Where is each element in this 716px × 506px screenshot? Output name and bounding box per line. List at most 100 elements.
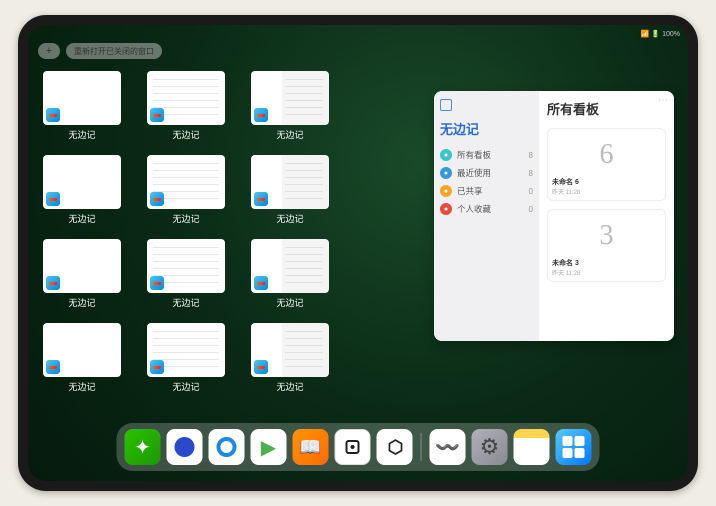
freeform-panel[interactable]: 无边记 ●所有看板8●最近使用8●已共享0●个人收藏0 ⋯ 所有看板 6未命名 … bbox=[434, 91, 674, 341]
board-thumbnail: 3 bbox=[552, 214, 661, 258]
freeform-app-icon bbox=[254, 192, 268, 206]
sidebar-item-icon: ● bbox=[440, 203, 452, 215]
quark-icon[interactable] bbox=[167, 429, 203, 465]
sidebar-item[interactable]: ● 最近使用 8 bbox=[440, 164, 533, 182]
app-window[interactable]: 无边记 bbox=[146, 71, 226, 149]
freeform-dock-icon[interactable]: 〰️ bbox=[430, 429, 466, 465]
window-label: 无边记 bbox=[68, 212, 95, 225]
window-label: 无边记 bbox=[68, 380, 95, 393]
sidebar-item[interactable]: ● 所有看板 8 bbox=[440, 146, 533, 164]
sidebar-item-icon: ● bbox=[440, 185, 452, 197]
app-window[interactable]: 无边记 bbox=[146, 239, 226, 317]
sidebar-item-icon: ● bbox=[440, 167, 452, 179]
window-label: 无边记 bbox=[172, 380, 199, 393]
window-label: 无边记 bbox=[172, 212, 199, 225]
reopen-closed-window-button[interactable]: 重新打开已关闭的窗口 bbox=[66, 43, 162, 59]
freeform-app-icon bbox=[150, 192, 164, 206]
board-label: 未命名 3 bbox=[552, 258, 661, 268]
app-window[interactable]: 无边记 bbox=[250, 71, 330, 149]
window-thumbnail bbox=[251, 155, 329, 209]
sidebar-item[interactable]: ● 个人收藏 0 bbox=[440, 200, 533, 218]
window-label: 无边记 bbox=[276, 380, 303, 393]
app-window[interactable]: 无边记 bbox=[250, 155, 330, 233]
content-area: 无边记无边记无边记无边记无边记无边记无边记无边记无边记无边记无边记无边记 无边记… bbox=[42, 71, 674, 419]
dock: ✦ ▶ 📖 ⬡ 〰️ ⚙ bbox=[117, 423, 600, 471]
freeform-app-icon bbox=[150, 108, 164, 122]
status-bar: 📶 🔋 100% bbox=[36, 28, 680, 40]
dock-separator bbox=[421, 433, 422, 461]
sidebar-item-icon: ● bbox=[440, 149, 452, 161]
ipad-screen: 📶 🔋 100% + 重新打开已关闭的窗口 无边记无边记无边记无边记无边记无边记… bbox=[28, 25, 688, 481]
panel-boards: ⋯ 所有看板 6未命名 6昨天 11:283未命名 3昨天 11:28 bbox=[539, 91, 674, 341]
board-card[interactable]: 6未命名 6昨天 11:28 bbox=[547, 128, 666, 201]
window-label: 无边记 bbox=[68, 296, 95, 309]
top-bar: + 重新打开已关闭的窗口 bbox=[38, 43, 162, 59]
board-sublabel: 昨天 11:28 bbox=[552, 187, 661, 196]
sidebar-item-count: 8 bbox=[529, 151, 533, 160]
app-window[interactable]: 无边记 bbox=[250, 239, 330, 317]
app-window[interactable]: 无边记 bbox=[146, 155, 226, 233]
window-thumbnail bbox=[251, 71, 329, 125]
board-label: 未命名 6 bbox=[552, 177, 661, 187]
window-thumbnail bbox=[43, 155, 121, 209]
window-thumbnail bbox=[43, 71, 121, 125]
board-thumbnail: 6 bbox=[552, 133, 661, 177]
status-right: 📶 🔋 100% bbox=[641, 30, 680, 38]
window-label: 无边记 bbox=[276, 128, 303, 141]
dice-icon[interactable] bbox=[335, 429, 371, 465]
app-library-icon[interactable] bbox=[556, 429, 592, 465]
window-label: 无边记 bbox=[276, 212, 303, 225]
play-icon[interactable]: ▶ bbox=[251, 429, 287, 465]
app-window[interactable]: 无边记 bbox=[42, 323, 122, 401]
sidebar-item[interactable]: ● 已共享 0 bbox=[440, 182, 533, 200]
app-window[interactable]: 无边记 bbox=[42, 155, 122, 233]
window-label: 无边记 bbox=[68, 128, 95, 141]
freeform-app-icon bbox=[254, 108, 268, 122]
panel-right-title: 所有看板 bbox=[547, 99, 666, 118]
ipad-device-frame: 📶 🔋 100% + 重新打开已关闭的窗口 无边记无边记无边记无边记无边记无边记… bbox=[18, 15, 698, 491]
dots-icon[interactable]: ⬡ bbox=[377, 429, 413, 465]
sidebar-item-label: 最近使用 bbox=[457, 167, 491, 179]
more-icon[interactable]: ⋯ bbox=[658, 95, 668, 106]
freeform-app-icon bbox=[150, 360, 164, 374]
window-thumbnail bbox=[147, 155, 225, 209]
board-card[interactable]: 3未命名 3昨天 11:28 bbox=[547, 209, 666, 282]
window-thumbnail bbox=[251, 239, 329, 293]
freeform-app-icon bbox=[150, 276, 164, 290]
settings-icon[interactable]: ⚙ bbox=[472, 429, 508, 465]
panel-sidebar: 无边记 ● 所有看板 8 ● 最近使用 8 ● 已共享 0 ● 个人收藏 0 bbox=[434, 91, 539, 341]
window-thumbnail bbox=[43, 239, 121, 293]
window-label: 无边记 bbox=[276, 296, 303, 309]
freeform-app-icon bbox=[46, 192, 60, 206]
app-window[interactable]: 无边记 bbox=[146, 323, 226, 401]
books-icon[interactable]: 📖 bbox=[293, 429, 329, 465]
new-window-button[interactable]: + bbox=[38, 43, 60, 59]
notes-icon[interactable] bbox=[514, 429, 550, 465]
window-thumbnail bbox=[147, 323, 225, 377]
app-window[interactable]: 无边记 bbox=[42, 71, 122, 149]
freeform-app-icon bbox=[46, 360, 60, 374]
panel-left-title: 无边记 bbox=[440, 119, 533, 138]
sidebar-item-count: 0 bbox=[529, 205, 533, 214]
window-label: 无边记 bbox=[172, 128, 199, 141]
freeform-app-icon bbox=[46, 276, 60, 290]
window-thumbnail bbox=[251, 323, 329, 377]
app-window[interactable]: 无边记 bbox=[42, 239, 122, 317]
sidebar-item-label: 所有看板 bbox=[457, 149, 491, 161]
app-window[interactable]: 无边记 bbox=[250, 323, 330, 401]
sidebar-item-label: 已共享 bbox=[457, 185, 483, 197]
sidebar-item-count: 0 bbox=[529, 187, 533, 196]
sidebar-item-label: 个人收藏 bbox=[457, 203, 491, 215]
app-windows-grid: 无边记无边记无边记无边记无边记无边记无边记无边记无边记无边记无边记无边记 bbox=[42, 71, 330, 419]
freeform-app-icon bbox=[254, 276, 268, 290]
sidebar-toggle-icon[interactable] bbox=[440, 99, 533, 111]
board-sublabel: 昨天 11:28 bbox=[552, 268, 661, 277]
qqbrowser-icon[interactable] bbox=[209, 429, 245, 465]
freeform-app-icon bbox=[254, 360, 268, 374]
freeform-app-icon bbox=[46, 108, 60, 122]
sidebar-item-count: 8 bbox=[529, 169, 533, 178]
window-thumbnail bbox=[147, 239, 225, 293]
window-label: 无边记 bbox=[172, 296, 199, 309]
wechat-icon[interactable]: ✦ bbox=[125, 429, 161, 465]
window-thumbnail bbox=[147, 71, 225, 125]
